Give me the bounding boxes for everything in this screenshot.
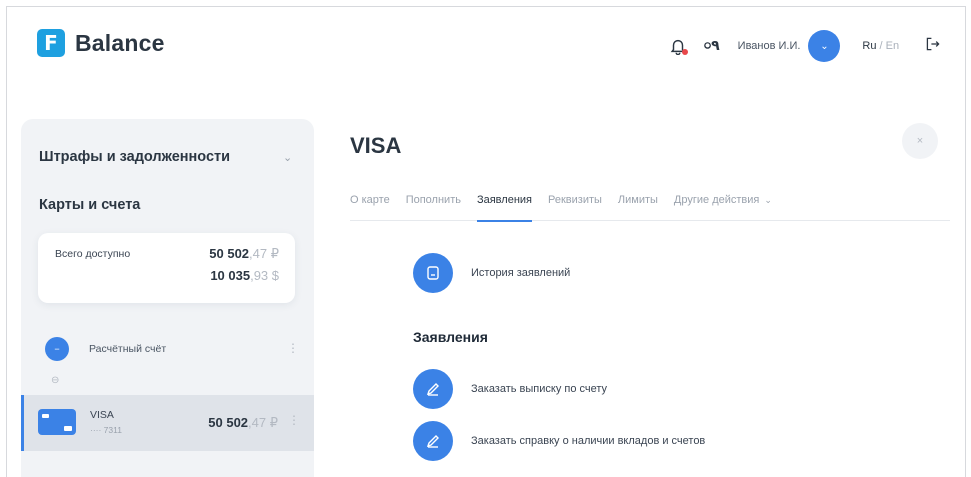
chevron-down-icon: ⌄: [764, 195, 772, 205]
logout-button[interactable]: [925, 36, 941, 57]
tab-applications[interactable]: Заявления: [476, 187, 533, 222]
sidebar-item-visa-card[interactable]: VISA ···· 7311 50 502,47 ₽ ⋮: [21, 395, 314, 451]
close-icon: ×: [916, 135, 924, 147]
amount-fraction: ,93 $: [250, 268, 279, 283]
history-button[interactable]: [413, 253, 453, 293]
total-usd-amount: 10 035,93 $: [210, 268, 279, 283]
amount-fraction: ,47 ₽: [249, 246, 279, 261]
history-label[interactable]: История заявлений: [471, 267, 570, 279]
lang-en[interactable]: En: [886, 40, 899, 52]
application-item[interactable]: Заказать справку о наличии вкладов и сче…: [413, 421, 705, 461]
total-available-card: Всего доступно 50 502,47 ₽ 10 035,93 $: [38, 233, 295, 303]
amount-integer: 50 502: [209, 246, 250, 261]
brand-name: Balance: [75, 29, 165, 56]
applications-history-link[interactable]: История заявлений: [413, 253, 570, 293]
more-menu-icon[interactable]: ⋮: [287, 341, 299, 355]
total-rub-amount: 50 502,47 ₽: [209, 246, 279, 262]
user-name[interactable]: Иванов И.И.: [738, 40, 801, 52]
order-certificate-label[interactable]: Заказать справку о наличии вкладов и сче…: [471, 435, 705, 447]
logout-icon: [926, 37, 940, 50]
lang-ru[interactable]: Ru: [862, 40, 876, 52]
app-window: F Balance ০٩ Иванов И.И. ⌄ Ru / En Штраф…: [6, 6, 966, 477]
amount-integer: 50 502: [208, 415, 249, 430]
total-available-label: Всего доступно: [55, 248, 131, 260]
user-menu-button[interactable]: ⌄: [808, 30, 841, 62]
sidebar-item-current-account[interactable]: − Расчётный счёт ⋮ ⊖: [21, 325, 314, 395]
amount-fraction: ,47 ₽: [248, 415, 278, 430]
chevron-down-icon[interactable]: ⌄: [283, 151, 292, 164]
lang-separator: /: [879, 40, 883, 52]
order-statement-button[interactable]: [413, 369, 453, 409]
amount-integer: 10 035: [210, 268, 251, 283]
close-button[interactable]: ×: [902, 123, 938, 159]
account-label: Расчётный счёт: [89, 343, 167, 355]
card-name: VISA: [90, 409, 114, 421]
fines-section-title[interactable]: Штрафы и задолженности: [39, 149, 230, 165]
tab-requisites[interactable]: Реквизиты: [548, 187, 602, 221]
application-item[interactable]: Заказать выписку по счету: [413, 369, 607, 409]
pencil-icon: [426, 383, 439, 396]
card-balance: 50 502,47 ₽: [208, 415, 278, 431]
glasses-icon[interactable]: ০٩: [703, 34, 721, 58]
notification-dot: [682, 49, 688, 55]
document-icon: [427, 266, 439, 280]
order-statement-label[interactable]: Заказать выписку по счету: [471, 383, 607, 395]
tab-top-up[interactable]: Пополнить: [406, 187, 461, 221]
tab-limits[interactable]: Лимиты: [618, 187, 658, 221]
more-menu-icon[interactable]: ⋮: [288, 413, 300, 427]
tab-other-actions[interactable]: Другие действия ⌄: [674, 187, 772, 221]
header-actions: ০٩ Иванов И.И. ⌄ Ru / En: [669, 30, 941, 62]
cards-section-title: Карты и счета: [39, 197, 141, 213]
page-title: VISA: [350, 133, 402, 158]
notifications-button[interactable]: [669, 37, 688, 56]
card-icon: [38, 409, 76, 435]
sidebar: Штрафы и задолженности ⌄ Карты и счета В…: [21, 119, 314, 477]
account-icon: −: [45, 337, 69, 361]
order-certificate-button[interactable]: [413, 421, 453, 461]
applications-section-title: Заявления: [413, 329, 488, 345]
chevron-down-icon: ⌄: [820, 40, 829, 52]
tab-about-card[interactable]: О карте: [350, 187, 390, 221]
language-switcher[interactable]: Ru / En: [862, 40, 899, 52]
logo-mark-icon: F: [37, 29, 65, 57]
brand-logo[interactable]: F Balance: [37, 29, 165, 57]
pencil-icon: [426, 435, 439, 448]
tab-bar: О карте Пополнить Заявления Реквизиты Ли…: [350, 187, 950, 222]
tab-other-actions-label: Другие действия: [673, 194, 760, 206]
card-masked-number: ···· 7311: [90, 425, 122, 435]
link-icon[interactable]: ⊖: [51, 375, 59, 386]
